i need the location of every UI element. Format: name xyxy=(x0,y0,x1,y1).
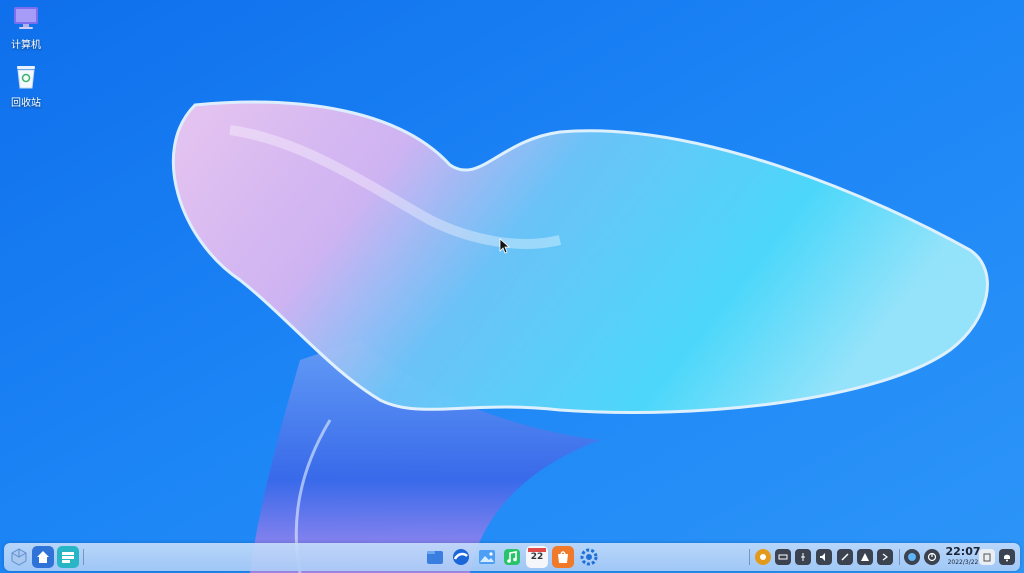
clock-date: 2022/3/22 xyxy=(947,559,979,566)
home-folder-icon xyxy=(37,551,49,563)
clipboard-icon xyxy=(983,553,991,562)
volume-icon xyxy=(820,553,825,561)
music-button[interactable] xyxy=(501,546,523,568)
power-icon xyxy=(927,552,937,562)
desktop-icon-computer[interactable]: 计算机 xyxy=(0,4,52,51)
mouse-pointer-icon xyxy=(499,238,511,254)
settings-gear-icon xyxy=(580,548,598,566)
app-store-button[interactable] xyxy=(552,546,574,568)
tray-clipboard[interactable] xyxy=(979,549,995,565)
system-clock[interactable]: 22:07 2022/3/22 xyxy=(944,545,982,567)
file-manager-icon xyxy=(427,551,443,564)
music-icon xyxy=(504,549,520,565)
app-store-icon xyxy=(558,551,568,563)
image-viewer-button[interactable] xyxy=(476,546,498,568)
settings-button[interactable] xyxy=(578,546,600,568)
file-manager-button[interactable] xyxy=(424,546,446,568)
desktop-icon-label: 计算机 xyxy=(11,40,41,51)
tray-notifications[interactable] xyxy=(999,549,1015,565)
pen-icon xyxy=(841,553,849,561)
keyboard-icon xyxy=(778,554,788,560)
desktop-icon-label: 回收站 xyxy=(11,98,41,109)
tray-browser[interactable] xyxy=(904,549,920,565)
tray-expand[interactable] xyxy=(877,549,893,565)
tray-keyboard[interactable] xyxy=(775,549,791,565)
tray-power[interactable] xyxy=(924,549,940,565)
notification-app-icon xyxy=(760,554,766,560)
launcher-button[interactable] xyxy=(8,546,30,568)
tray-pen[interactable] xyxy=(837,549,853,565)
taskbar-separator xyxy=(899,549,900,565)
taskbar-separator xyxy=(83,549,84,565)
tray-volume[interactable] xyxy=(816,549,832,565)
calendar-button[interactable]: 22 xyxy=(526,546,548,568)
browser-tray-icon xyxy=(908,553,916,561)
monitor-icon xyxy=(14,7,38,29)
launcher-cube-icon xyxy=(11,548,27,566)
browser-icon xyxy=(453,549,469,565)
trash-bin-icon xyxy=(17,66,35,89)
home-button[interactable] xyxy=(32,546,54,568)
taskbar-separator xyxy=(749,549,750,565)
calendar-day-label: 22 xyxy=(530,552,544,562)
taskbar: 22 22:07 2022/3/22 xyxy=(4,543,1020,571)
usb-icon xyxy=(801,553,805,561)
desktop-wallpaper xyxy=(0,0,1024,573)
expand-arrow-icon xyxy=(882,553,888,561)
desktop-icon-trash[interactable]: 回收站 xyxy=(0,62,52,109)
network-icon xyxy=(861,553,869,561)
multitask-view-button[interactable] xyxy=(57,546,79,568)
tray-notification-app[interactable] xyxy=(755,549,771,565)
notification-bell-icon xyxy=(1004,554,1010,562)
image-viewer-icon xyxy=(479,550,495,564)
browser-button[interactable] xyxy=(450,546,472,568)
tray-usb[interactable] xyxy=(795,549,811,565)
tray-network[interactable] xyxy=(857,549,873,565)
multitask-view-icon xyxy=(62,552,74,563)
clock-time: 22:07 xyxy=(945,545,981,558)
